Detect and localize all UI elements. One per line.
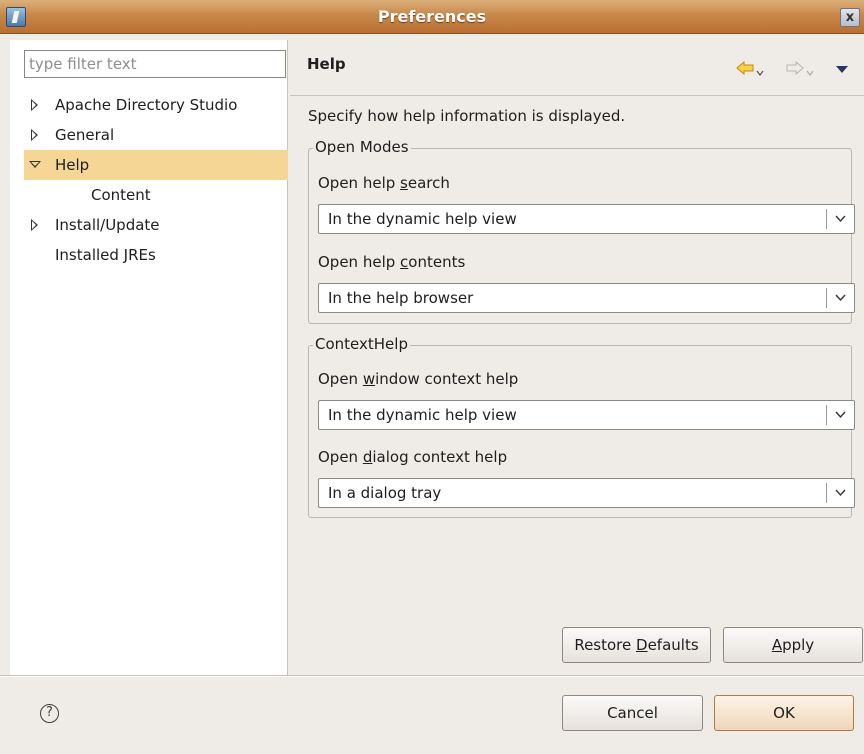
forward-history-dropdown-icon[interactable] xyxy=(806,63,814,76)
select-value: In the dynamic help view xyxy=(328,210,517,228)
select-value: In the dynamic help view xyxy=(328,406,517,424)
view-menu-icon[interactable] xyxy=(836,66,848,74)
tree-item-install-update[interactable]: Install/Update xyxy=(24,210,288,240)
filter-input[interactable] xyxy=(24,50,286,78)
preference-tree: Apache Directory Studio General Help Con… xyxy=(24,90,288,270)
back-arrow-icon[interactable] xyxy=(736,60,754,76)
preference-tree-pane: Apache Directory Studio General Help Con… xyxy=(10,40,288,754)
open-dialog-context-help-select[interactable]: In a dialog tray xyxy=(318,478,855,508)
tree-item-label: Installed JREs xyxy=(55,246,156,264)
open-window-context-help-select[interactable]: In the dynamic help view xyxy=(318,400,855,430)
page-header: Help xyxy=(290,40,864,96)
open-dialog-context-help-label: Open dialog context help xyxy=(318,448,508,466)
tree-item-label: Install/Update xyxy=(55,216,160,234)
tree-item-label: Content xyxy=(91,186,151,204)
expand-arrow-icon[interactable] xyxy=(29,120,43,150)
group-legend: Open Modes xyxy=(313,138,411,156)
open-modes-group: Open Modes Open help search In the dynam… xyxy=(308,138,855,324)
open-help-search-select[interactable]: In the dynamic help view xyxy=(318,204,855,234)
forward-arrow-icon[interactable] xyxy=(786,60,804,76)
tree-item-help[interactable]: Help xyxy=(24,150,288,180)
open-help-contents-select[interactable]: In the help browser xyxy=(318,283,855,313)
help-icon[interactable]: ? xyxy=(40,704,59,723)
apply-button[interactable]: Apply xyxy=(723,627,863,663)
tree-item-content[interactable]: Content xyxy=(24,180,288,210)
tree-item-label: Help xyxy=(55,156,90,174)
chevron-down-icon[interactable] xyxy=(835,410,846,419)
restore-defaults-button[interactable]: Restore Defaults xyxy=(562,627,711,663)
tree-item-general[interactable]: General xyxy=(24,120,288,150)
tree-item-label: Apache Directory Studio xyxy=(55,96,238,114)
tree-item-label: General xyxy=(55,126,115,144)
chevron-down-icon[interactable] xyxy=(835,293,846,302)
select-value: In the help browser xyxy=(328,289,474,307)
open-help-search-label: Open help search xyxy=(318,174,450,192)
cancel-button[interactable]: Cancel xyxy=(562,695,703,731)
group-legend: ContextHelp xyxy=(313,335,410,353)
preferences-window: Preferences x Apache Directory Studio Ge… xyxy=(0,0,864,754)
select-value: In a dialog tray xyxy=(328,484,442,502)
close-button[interactable]: x xyxy=(840,8,860,27)
context-help-group: ContextHelp Open window context help In … xyxy=(308,335,855,518)
window-title: Preferences xyxy=(377,7,487,26)
ok-button[interactable]: OK xyxy=(714,695,854,731)
back-history-dropdown-icon[interactable] xyxy=(756,63,764,76)
page-title: Help xyxy=(307,55,346,73)
expand-arrow-icon[interactable] xyxy=(29,210,43,240)
collapse-arrow-icon[interactable] xyxy=(29,150,43,180)
open-help-contents-label: Open help contents xyxy=(318,253,466,271)
title-bar[interactable]: Preferences x xyxy=(0,0,864,34)
expand-arrow-icon[interactable] xyxy=(29,90,43,120)
tree-item-installed-jres[interactable]: Installed JREs xyxy=(24,240,288,270)
page-description: Specify how help information is displaye… xyxy=(308,107,626,125)
help-preference-page: Specify how help information is displaye… xyxy=(290,97,864,713)
open-window-context-help-label: Open window context help xyxy=(318,370,519,388)
chevron-down-icon[interactable] xyxy=(835,488,846,497)
tree-item-apache-directory-studio[interactable]: Apache Directory Studio xyxy=(24,90,288,120)
chevron-down-icon[interactable] xyxy=(835,214,846,223)
